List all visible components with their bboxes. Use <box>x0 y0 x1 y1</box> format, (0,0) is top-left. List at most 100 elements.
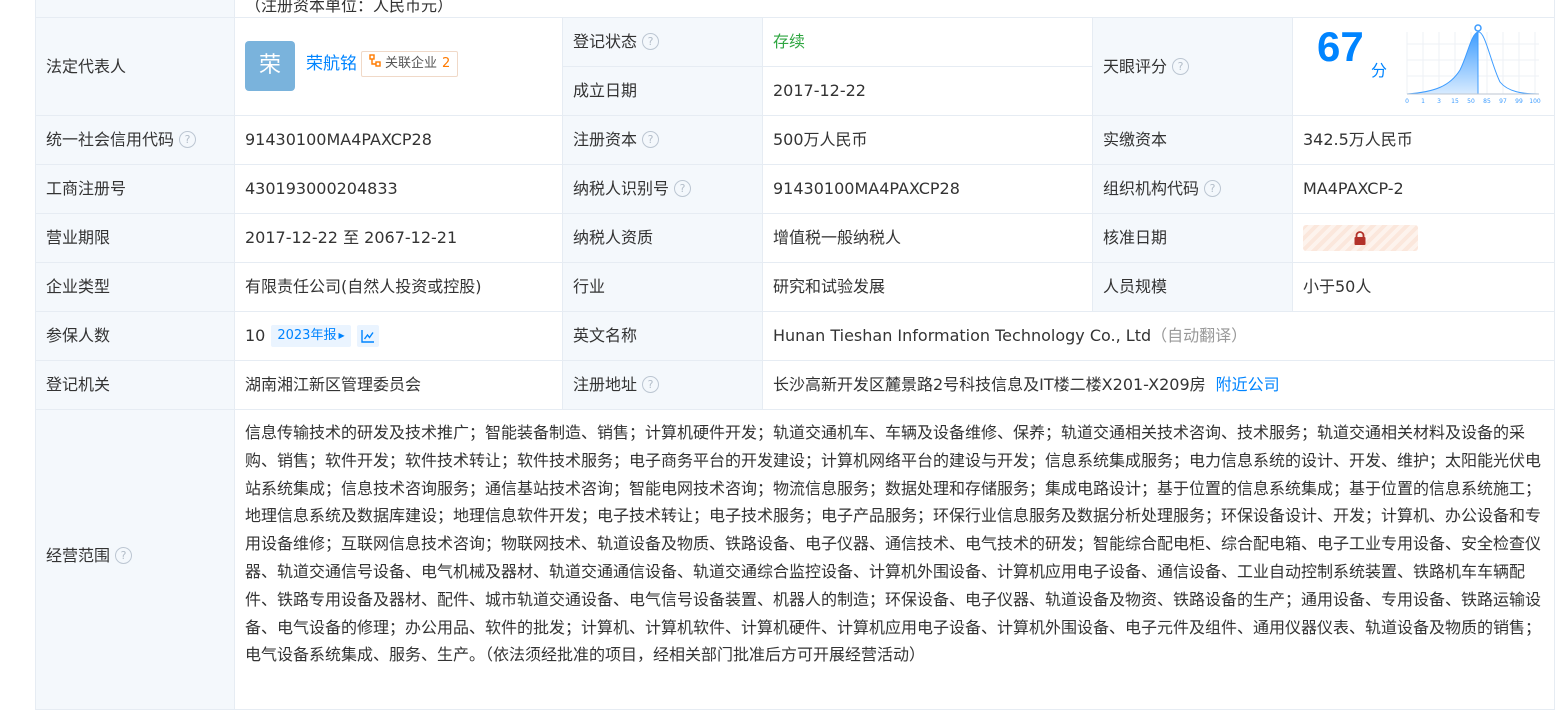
help-circle-icon[interactable]: ? <box>1172 57 1190 75</box>
table-row: 经营范围? 信息传输技术的研发及技术推广；智能装备制造、销售；计算机硬件开发；轨… <box>35 409 1556 710</box>
table-row: 营业期限 2017-12-22 至 2067-12-21 纳税人资质 增值税一般… <box>35 213 1556 263</box>
insured-value: 10 <box>245 325 266 345</box>
score-axis-tick: 3 <box>1437 98 1441 105</box>
reg-address-value: 长沙高新开发区麓景路2号科技信息及IT楼二楼X201-X209房 <box>773 375 1206 394</box>
paid-capital-value: 342.5万人民币 <box>1291 115 1556 165</box>
help-circle-icon[interactable]: ? <box>115 547 133 564</box>
auto-translate-note: （自动翻译） <box>1151 326 1248 345</box>
est-date-label: 成立日期 <box>562 66 763 116</box>
credit-code-value: 91430100MA4PAXCP28 <box>234 115 563 165</box>
cell-empty <box>35 0 235 18</box>
reg-address-cell: 长沙高新开发区麓景路2号科技信息及IT楼二楼X201-X209房 附近公司 <box>761 360 1556 410</box>
org-code-label-cell: 组织机构代码? <box>1092 164 1293 214</box>
reg-authority-value: 湖南湘江新区管理委员会 <box>234 360 563 410</box>
industry-value: 研究和试验发展 <box>762 262 1093 312</box>
lock-icon <box>1354 231 1366 245</box>
taxpayer-id-label-cell: 纳税人识别号? <box>562 164 763 214</box>
locked-content-button[interactable] <box>1303 225 1418 251</box>
reg-status-value: 存续 <box>762 17 1093 67</box>
score-axis-tick: 1 <box>1421 98 1425 105</box>
table-row: 统一社会信用代码? 91430100MA4PAXCP28 注册资本? 500万人… <box>35 115 1556 165</box>
legal-rep-label: 法定代表人 <box>35 17 235 116</box>
trend-chart-button[interactable] <box>356 325 379 348</box>
score-axis-tick: 50 <box>1467 98 1475 105</box>
table-row: 法定代表人 荣荣航铭 关联企业 2 登记状态? 存续 天眼评分? 67 分 0 … <box>35 17 1556 116</box>
taxpayer-qual-label: 纳税人资质 <box>562 213 763 263</box>
english-name-label: 英文名称 <box>562 311 763 361</box>
company-type-label: 企业类型 <box>35 262 235 312</box>
biz-scope-value: 信息传输技术的研发及技术推广；智能装备制造、销售；计算机硬件开发；轨道交通机车、… <box>233 409 1556 710</box>
table-row: 企业类型 有限责任公司(自然人投资或控股) 行业 研究和试验发展 人员规模 小于… <box>35 262 1556 312</box>
reg-capital-label: 注册资本 <box>573 130 638 149</box>
taxpayer-qual-value: 增值税一般纳税人 <box>762 213 1093 263</box>
staff-size-value: 小于50人 <box>1291 262 1556 312</box>
trend-chart-icon <box>360 330 374 343</box>
insured-label: 参保人数 <box>35 311 235 361</box>
score-distribution-curve: 0 1 3 15 50 85 97 99 100 <box>1405 24 1541 105</box>
tianyan-score-cell[interactable]: 67 分 0 1 3 15 50 85 97 99 100 <box>1291 17 1556 116</box>
org-code-label: 组织机构代码 <box>1103 179 1200 198</box>
score-axis-tick: 100 <box>1529 98 1541 105</box>
score-axis-tick: 85 <box>1483 98 1491 105</box>
top-row-value: （注册资本单位：人民币元） <box>233 0 1556 18</box>
approve-date-cell <box>1291 213 1556 263</box>
avatar[interactable]: 荣 <box>245 41 295 91</box>
tianyan-score-unit: 分 <box>1371 61 1388 80</box>
industry-label: 行业 <box>562 262 763 312</box>
reg-status-label-cell: 登记状态? <box>562 17 763 67</box>
score-axis-tick: 0 <box>1405 98 1409 105</box>
insured-cell: 10 2023年报 ▶ <box>234 311 563 361</box>
approve-date-label: 核准日期 <box>1092 213 1293 263</box>
annual-report-button[interactable]: 2023年报 ▶ <box>271 325 351 348</box>
related-companies-tag[interactable]: 关联企业 2 <box>361 51 459 77</box>
business-info-table: （注册资本单位：人民币元） 法定代表人 荣荣航铭 关联企业 2 登记状态? 存续 天… <box>35 0 1556 710</box>
score-axis-tick: 99 <box>1515 98 1523 105</box>
help-circle-icon[interactable]: ? <box>674 180 692 197</box>
table-row: 参保人数 10 2023年报 ▶ 英文名称 Hunan Tieshan Inform… <box>35 311 1556 361</box>
reg-address-label-cell: 注册地址? <box>562 360 763 410</box>
help-circle-icon[interactable]: ? <box>1204 180 1222 197</box>
org-chart-icon <box>369 53 381 75</box>
help-circle-icon[interactable]: ? <box>179 131 197 148</box>
caret-right-icon: ▶ <box>338 331 345 341</box>
credit-code-label: 统一社会信用代码 <box>46 130 175 149</box>
biz-reg-no-label: 工商注册号 <box>35 164 235 214</box>
taxpayer-id-value: 91430100MA4PAXCP28 <box>762 164 1093 214</box>
biz-term-value: 2017-12-22 至 2067-12-21 <box>234 213 563 263</box>
help-circle-icon[interactable]: ? <box>642 33 660 50</box>
company-info-panel: （注册资本单位：人民币元） 法定代表人 荣荣航铭 关联企业 2 登记状态? 存续 天… <box>35 0 1556 710</box>
biz-term-label: 营业期限 <box>35 213 235 263</box>
help-circle-icon[interactable]: ? <box>642 131 660 148</box>
legal-rep-cell: 荣荣航铭 关联企业 2 <box>234 17 563 116</box>
nearby-companies-link[interactable]: 附近公司 <box>1216 375 1280 394</box>
biz-reg-no-value: 430193000204833 <box>234 164 563 214</box>
score-axis-tick: 15 <box>1451 98 1459 105</box>
est-date-value: 2017-12-22 <box>762 66 1093 116</box>
paid-capital-label: 实缴资本 <box>1092 115 1293 165</box>
score-axis-tick: 97 <box>1499 98 1507 105</box>
reg-capital-value: 500万人民币 <box>762 115 1093 165</box>
table-row: （注册资本单位：人民币元） <box>35 0 1556 18</box>
reg-address-label: 注册地址 <box>573 375 638 394</box>
reg-status-label: 登记状态 <box>573 32 638 51</box>
company-type-value: 有限责任公司(自然人投资或控股) <box>234 262 563 312</box>
org-code-value: MA4PAXCP-2 <box>1291 164 1556 214</box>
biz-scope-label: 经营范围 <box>46 546 111 565</box>
help-circle-icon[interactable]: ? <box>642 376 660 393</box>
tianyan-label-cell: 天眼评分? <box>1092 17 1293 116</box>
staff-size-label: 人员规模 <box>1092 262 1293 312</box>
taxpayer-id-label: 纳税人识别号 <box>573 179 670 198</box>
credit-code-label-cell: 统一社会信用代码? <box>35 115 235 165</box>
annual-report-label: 2023年报 <box>277 328 337 344</box>
related-companies-count: 2 <box>442 56 451 71</box>
table-row: 工商注册号 430193000204833 纳税人识别号? 91430100MA… <box>35 164 1556 214</box>
english-name-cell: Hunan Tieshan Information Technology Co.… <box>761 311 1556 361</box>
reg-capital-label-cell: 注册资本? <box>562 115 763 165</box>
english-name-value: Hunan Tieshan Information Technology Co.… <box>773 326 1152 345</box>
legal-rep-name-link[interactable]: 荣航铭 <box>306 54 357 74</box>
table-row: 登记机关 湖南湘江新区管理委员会 注册地址? 长沙高新开发区麓景路2号科技信息及… <box>35 360 1556 410</box>
tianyan-label: 天眼评分 <box>1103 56 1168 76</box>
tianyan-score: 67 <box>1317 23 1364 70</box>
related-companies-label: 关联企业 <box>385 56 438 71</box>
biz-scope-label-cell: 经营范围? <box>35 409 235 710</box>
